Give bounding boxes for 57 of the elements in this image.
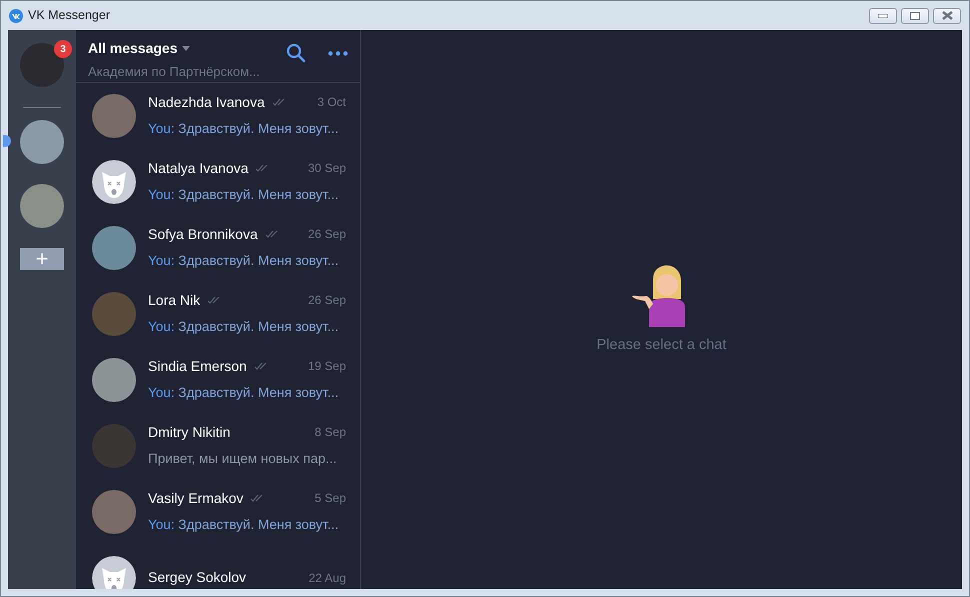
minimize-button[interactable] (869, 8, 897, 24)
avatar-photo-placeholder (92, 226, 136, 270)
avatar-photo-placeholder (92, 424, 136, 468)
message-preview: You: Здравствуй. Меня зовут... (148, 120, 340, 138)
caret-icon[interactable] (182, 46, 190, 51)
contact-name: Lora Nik (148, 290, 200, 310)
contact-name: Natalya Ivanova (148, 158, 248, 178)
message-preview: You: Здравствуй. Меня зовут... (148, 384, 340, 402)
account-avatar[interactable] (20, 43, 64, 87)
contact-name: Nadezhda Ivanova (148, 92, 265, 112)
app-logo-icon (9, 8, 23, 22)
avatar-photo-placeholder (92, 94, 136, 138)
search-icon[interactable] (286, 43, 306, 63)
message-date: 26 Sep (308, 226, 346, 244)
message-date: 26 Sep (308, 292, 346, 310)
chat-item[interactable]: Vasily Ermakov 5 Sep You: Здравствуй. Меня зовут... (76, 478, 360, 544)
folder-title[interactable]: All messages (88, 38, 178, 59)
avatar-photo-placeholder (92, 358, 136, 402)
maximize-button[interactable] (901, 8, 929, 24)
chat-item[interactable]: Sindia Emerson 19 Sep You: Здравствуй. Меня зовут... (76, 346, 360, 412)
message-preview: You: Здравствуй. Меня зовут... (148, 252, 340, 270)
chat-item[interactable]: Sofya Bronnikova 26 Sep You: Здравствуй. Меня зовут... (76, 214, 360, 280)
folder-subtitle: Академия по Партнёрском... (88, 63, 261, 81)
close-icon (942, 11, 952, 20)
message-date: 30 Sep (308, 160, 346, 178)
message-preview: You: Здравствуй. Меня зовут... (148, 318, 340, 336)
chat-item[interactable]: Dmitry Nikitin 8 Sep Привет, мы ищем новых пар... (76, 412, 360, 478)
unread-badge: 3 (54, 40, 72, 58)
contact-name: Dmitry Nikitin (148, 422, 230, 442)
window-title: VK Messenger (28, 7, 110, 24)
message-preview: You: Здравствуй. Меня зовут... (148, 516, 340, 534)
message-preview: Привет, мы ищем новых пар... (148, 450, 338, 468)
account-avatar[interactable] (20, 184, 64, 228)
account-avatar[interactable] (20, 120, 64, 164)
chat-item[interactable]: Sergey Sokolov 22 Aug (76, 544, 360, 589)
message-date: 8 Sep (314, 424, 346, 442)
chat-item[interactable]: Nadezhda Ivanova 3 Oct You: Здравствуй. Меня зовут... (76, 82, 360, 148)
message-date: 19 Sep (308, 358, 346, 376)
avatar-photo-placeholder (92, 490, 136, 534)
chat-item[interactable]: Natalya Ivanova 30 Sep You: Здравствуй. Меня зовут... (76, 148, 360, 214)
contact-name: Sofya Bronnikova (148, 224, 258, 244)
maximize-icon (910, 12, 920, 20)
default-avatar-icon (92, 160, 136, 204)
more-icon[interactable] (328, 51, 348, 56)
message-date: 5 Sep (314, 490, 346, 508)
minimize-icon (878, 14, 888, 18)
avatar-photo-placeholder (92, 292, 136, 336)
contact-name: Sergey Sokolov (148, 568, 246, 587)
message-date: 22 Aug (308, 570, 346, 586)
message-date: 3 Oct (317, 94, 346, 112)
contact-name: Vasily Ermakov (148, 488, 244, 508)
empty-state-text: Please select a chat (596, 336, 726, 355)
contact-name: Sindia Emerson (148, 356, 247, 376)
chat-item[interactable]: Lora Nik 26 Sep You: Здравствуй. Меня зовут... (76, 280, 360, 346)
message-preview: You: Здравствуй. Меня зовут... (148, 186, 340, 204)
default-avatar-icon (92, 556, 136, 589)
close-button[interactable] (933, 8, 961, 24)
